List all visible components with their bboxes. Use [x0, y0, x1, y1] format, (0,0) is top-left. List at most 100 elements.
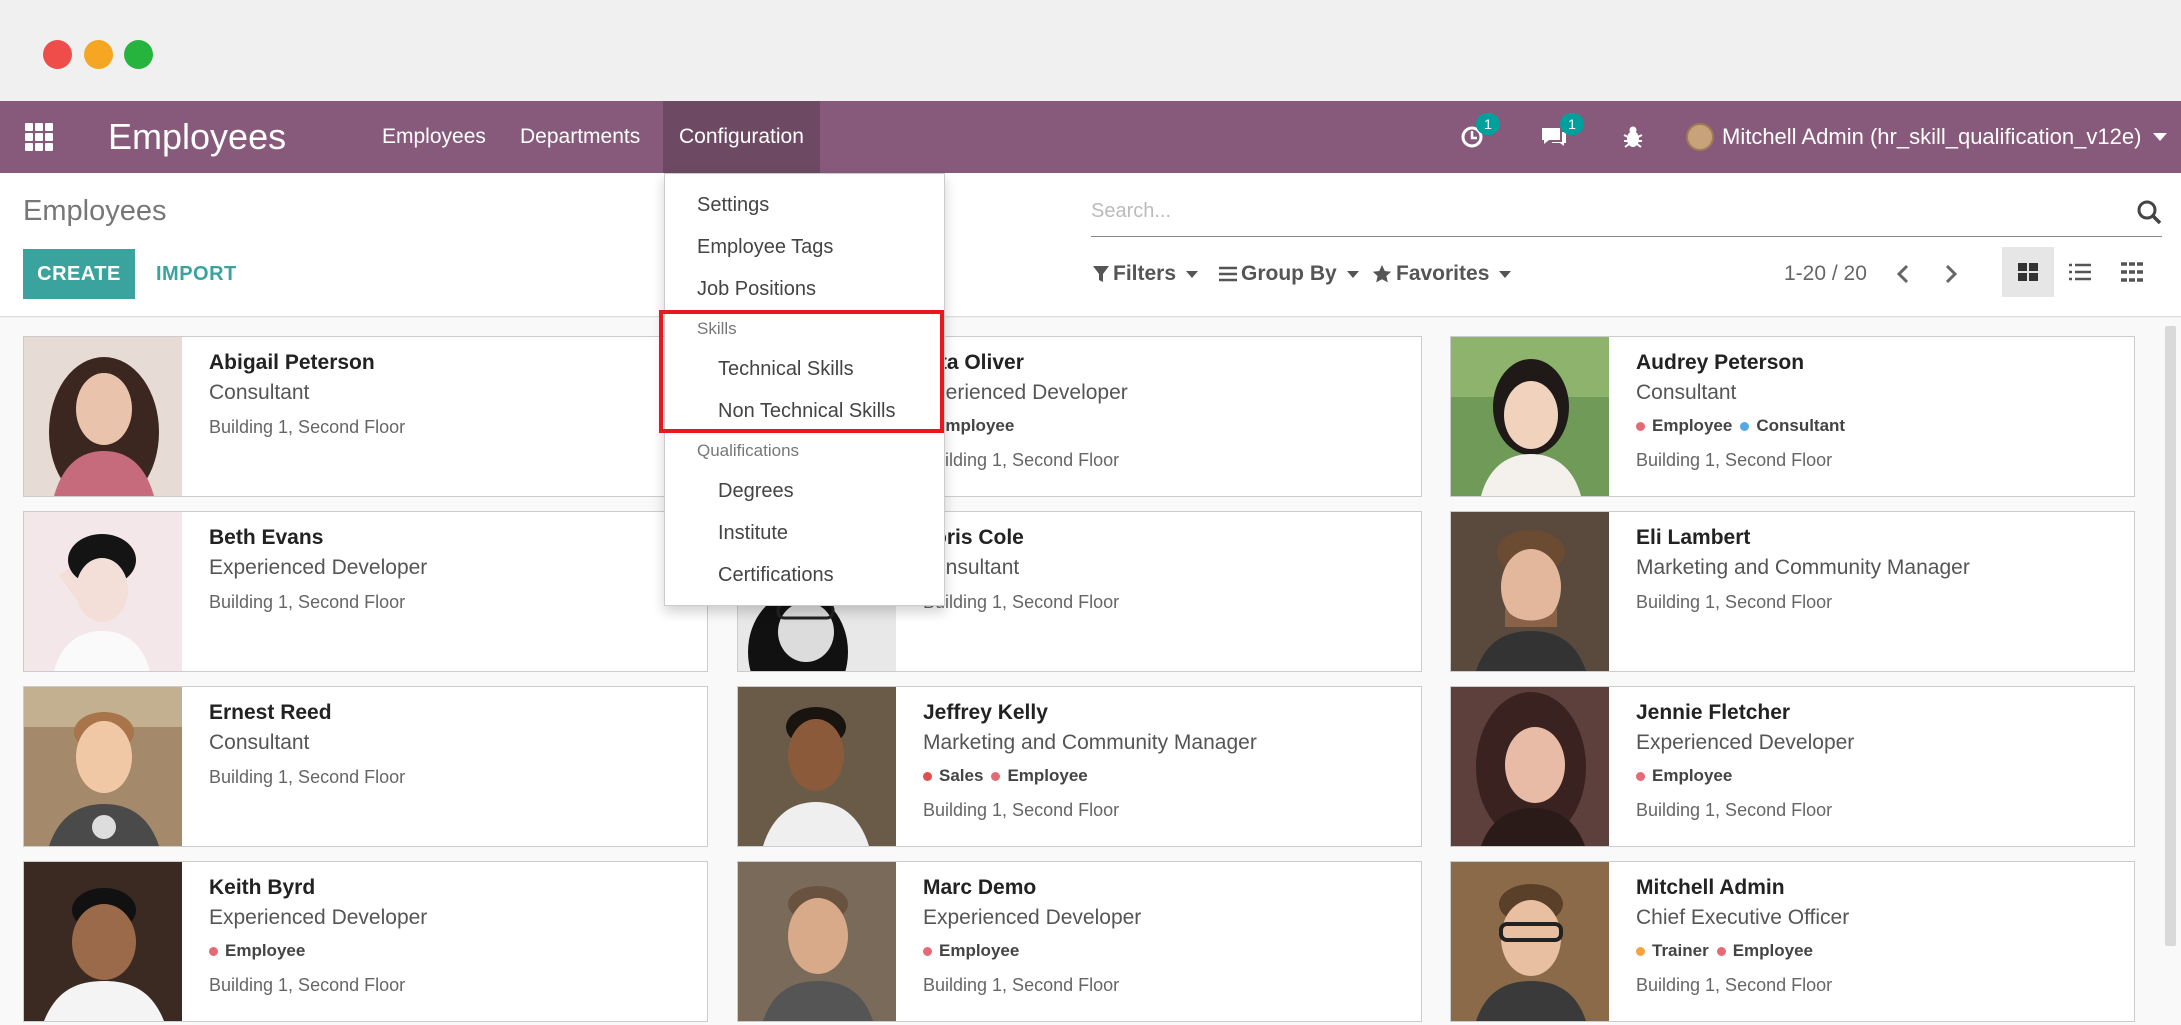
menu-item-certifications[interactable]: Certifications [718, 564, 834, 587]
menu-item-settings[interactable]: Settings [697, 194, 769, 217]
tag-trainer: Trainer [1636, 941, 1709, 961]
chevron-down-icon [1346, 270, 1359, 278]
user-avatar [1686, 123, 1714, 151]
employee-photo [24, 337, 182, 496]
employee-job: Experienced Developer [1636, 731, 1855, 754]
groupby-label: Group By [1241, 262, 1337, 285]
groupby-button[interactable]: Group By [1219, 257, 1359, 291]
tag-employee: Employee [923, 941, 1019, 961]
employee-card[interactable]: Ernest Reed Consultant Building 1, Secon… [23, 686, 708, 847]
debug-button[interactable] [1622, 121, 1644, 153]
menu-item-institute[interactable]: Institute [718, 522, 788, 545]
chevron-left-icon[interactable] [1889, 257, 1919, 291]
maximize-window-button[interactable] [124, 40, 153, 69]
employee-name: Eli Lambert [1636, 526, 1751, 549]
chevron-down-icon [1499, 270, 1512, 278]
create-button[interactable]: CREATE [23, 249, 135, 299]
employee-location: Building 1, Second Floor [209, 592, 406, 612]
scrollbar[interactable] [2165, 326, 2176, 946]
minimize-window-button[interactable] [84, 40, 113, 69]
menu-employees[interactable]: Employees [366, 101, 502, 173]
tag-consultant: Consultant [1740, 416, 1845, 436]
tag-employee: Employee [209, 941, 305, 961]
employee-tags: Sales Employee [923, 766, 1096, 786]
employee-card[interactable]: Mitchell Admin Chief Executive Officer T… [1450, 861, 2135, 1022]
menu-header-qualifications: Qualifications [697, 441, 800, 460]
employee-name: oris Cole [934, 526, 1024, 549]
employee-job: perienced Developer [934, 381, 1128, 404]
grid-icon [2121, 262, 2143, 282]
employee-name: Marc Demo [923, 876, 1037, 899]
menu-item-job-positions[interactable]: Job Positions [697, 278, 816, 301]
employee-photo [1451, 512, 1609, 671]
employee-card[interactable]: Keith Byrd Experienced Developer Employe… [23, 861, 708, 1022]
employee-card[interactable]: Jeffrey Kelly Marketing and Community Ma… [737, 686, 1422, 847]
employee-name: Abigail Peterson [209, 351, 375, 374]
tag-employee: Employee [934, 416, 1015, 435]
employee-card[interactable]: Beth Evans Experienced Developer Buildin… [23, 511, 708, 672]
employee-job: Marketing and Community Manager [1636, 556, 1970, 579]
employee-job: Consultant [1636, 381, 1737, 404]
kanban-view-button[interactable] [2002, 247, 2054, 297]
chevron-down-icon [1186, 270, 1199, 278]
menu-item-employee-tags[interactable]: Employee Tags [697, 236, 833, 259]
user-menu[interactable]: Mitchell Admin (hr_skill_qualification_v… [1686, 119, 2168, 155]
filters-button[interactable]: Filters [1093, 257, 1199, 291]
control-panel: Employees CREATE IMPORT Filters Group By… [0, 173, 2181, 317]
filters-label: Filters [1113, 262, 1177, 285]
list-view-icon [2069, 263, 2091, 281]
menu-item-degrees[interactable]: Degrees [718, 480, 794, 503]
employee-photo [24, 862, 182, 1021]
employee-card[interactable]: Audrey Peterson Consultant Employee Cons… [1450, 336, 2135, 497]
employee-location: Building 1, Second Floor [1636, 592, 1833, 612]
employee-name: Jennie Fletcher [1636, 701, 1791, 724]
employee-photo [24, 687, 182, 846]
activity-button[interactable]: 1 [1460, 113, 1500, 153]
employee-card[interactable]: Jennie Fletcher Experienced Developer Em… [1450, 686, 2135, 847]
favorites-button[interactable]: Favorites [1372, 257, 1512, 291]
pager-value[interactable]: 1-20 / 20 [1784, 257, 1867, 291]
tag-employee: Employee [1716, 941, 1813, 961]
employee-photo [1451, 687, 1609, 846]
employee-job: onsultant [934, 556, 1020, 579]
menu-configuration[interactable]: Configuration [663, 101, 820, 173]
employee-location: Building 1, Second Floor [923, 450, 1120, 470]
employee-location: Building 1, Second Floor [209, 975, 406, 995]
apps-menu-icon[interactable] [25, 123, 53, 151]
tag-employee: Employee [991, 766, 1088, 786]
chevron-down-icon [2153, 133, 2168, 141]
list-view-button[interactable] [2054, 247, 2106, 297]
employee-tags: Employee [934, 416, 1022, 436]
list-icon [1219, 266, 1237, 282]
top-navbar: Employees Employees Departments Configur… [0, 101, 2181, 173]
employee-tags: Trainer Employee [1636, 941, 1821, 961]
app-brand[interactable]: Employees [108, 113, 286, 161]
employee-location: Building 1, Second Floor [923, 800, 1120, 820]
close-window-button[interactable] [43, 40, 72, 69]
activity-view-button[interactable] [2106, 247, 2158, 297]
star-icon [1372, 265, 1392, 283]
breadcrumb: Employees [23, 195, 167, 227]
tag-employee: Employee [1636, 766, 1732, 786]
employee-photo [24, 512, 182, 671]
window-titlebar [0, 0, 2181, 101]
search-icon[interactable] [2136, 199, 2162, 225]
employee-job: Experienced Developer [209, 906, 428, 929]
kanban-view: Abigail Peterson Consultant Building 1, … [0, 318, 2181, 1025]
employee-card[interactable]: Abigail Peterson Consultant Building 1, … [23, 336, 708, 497]
menu-departments[interactable]: Departments [504, 101, 656, 173]
employee-job: Experienced Developer [923, 906, 1142, 929]
employee-name: Keith Byrd [209, 876, 316, 899]
tag-employee: Employee [1636, 416, 1732, 436]
chevron-right-icon[interactable] [1935, 257, 1965, 291]
employee-tags: Employee Consultant [1636, 416, 1853, 436]
employee-tags: Employee [1636, 766, 1740, 786]
favorites-label: Favorites [1396, 262, 1490, 285]
employee-photo [1451, 337, 1609, 496]
search-input[interactable] [1091, 191, 2091, 231]
employee-card[interactable]: Marc Demo Experienced Developer Employee… [737, 861, 1422, 1022]
user-name: Mitchell Admin (hr_skill_qualification_v… [1722, 124, 2142, 149]
employee-card[interactable]: Eli Lambert Marketing and Community Mana… [1450, 511, 2135, 672]
messages-button[interactable]: 1 [1540, 113, 1584, 153]
import-button[interactable]: IMPORT [156, 249, 237, 299]
